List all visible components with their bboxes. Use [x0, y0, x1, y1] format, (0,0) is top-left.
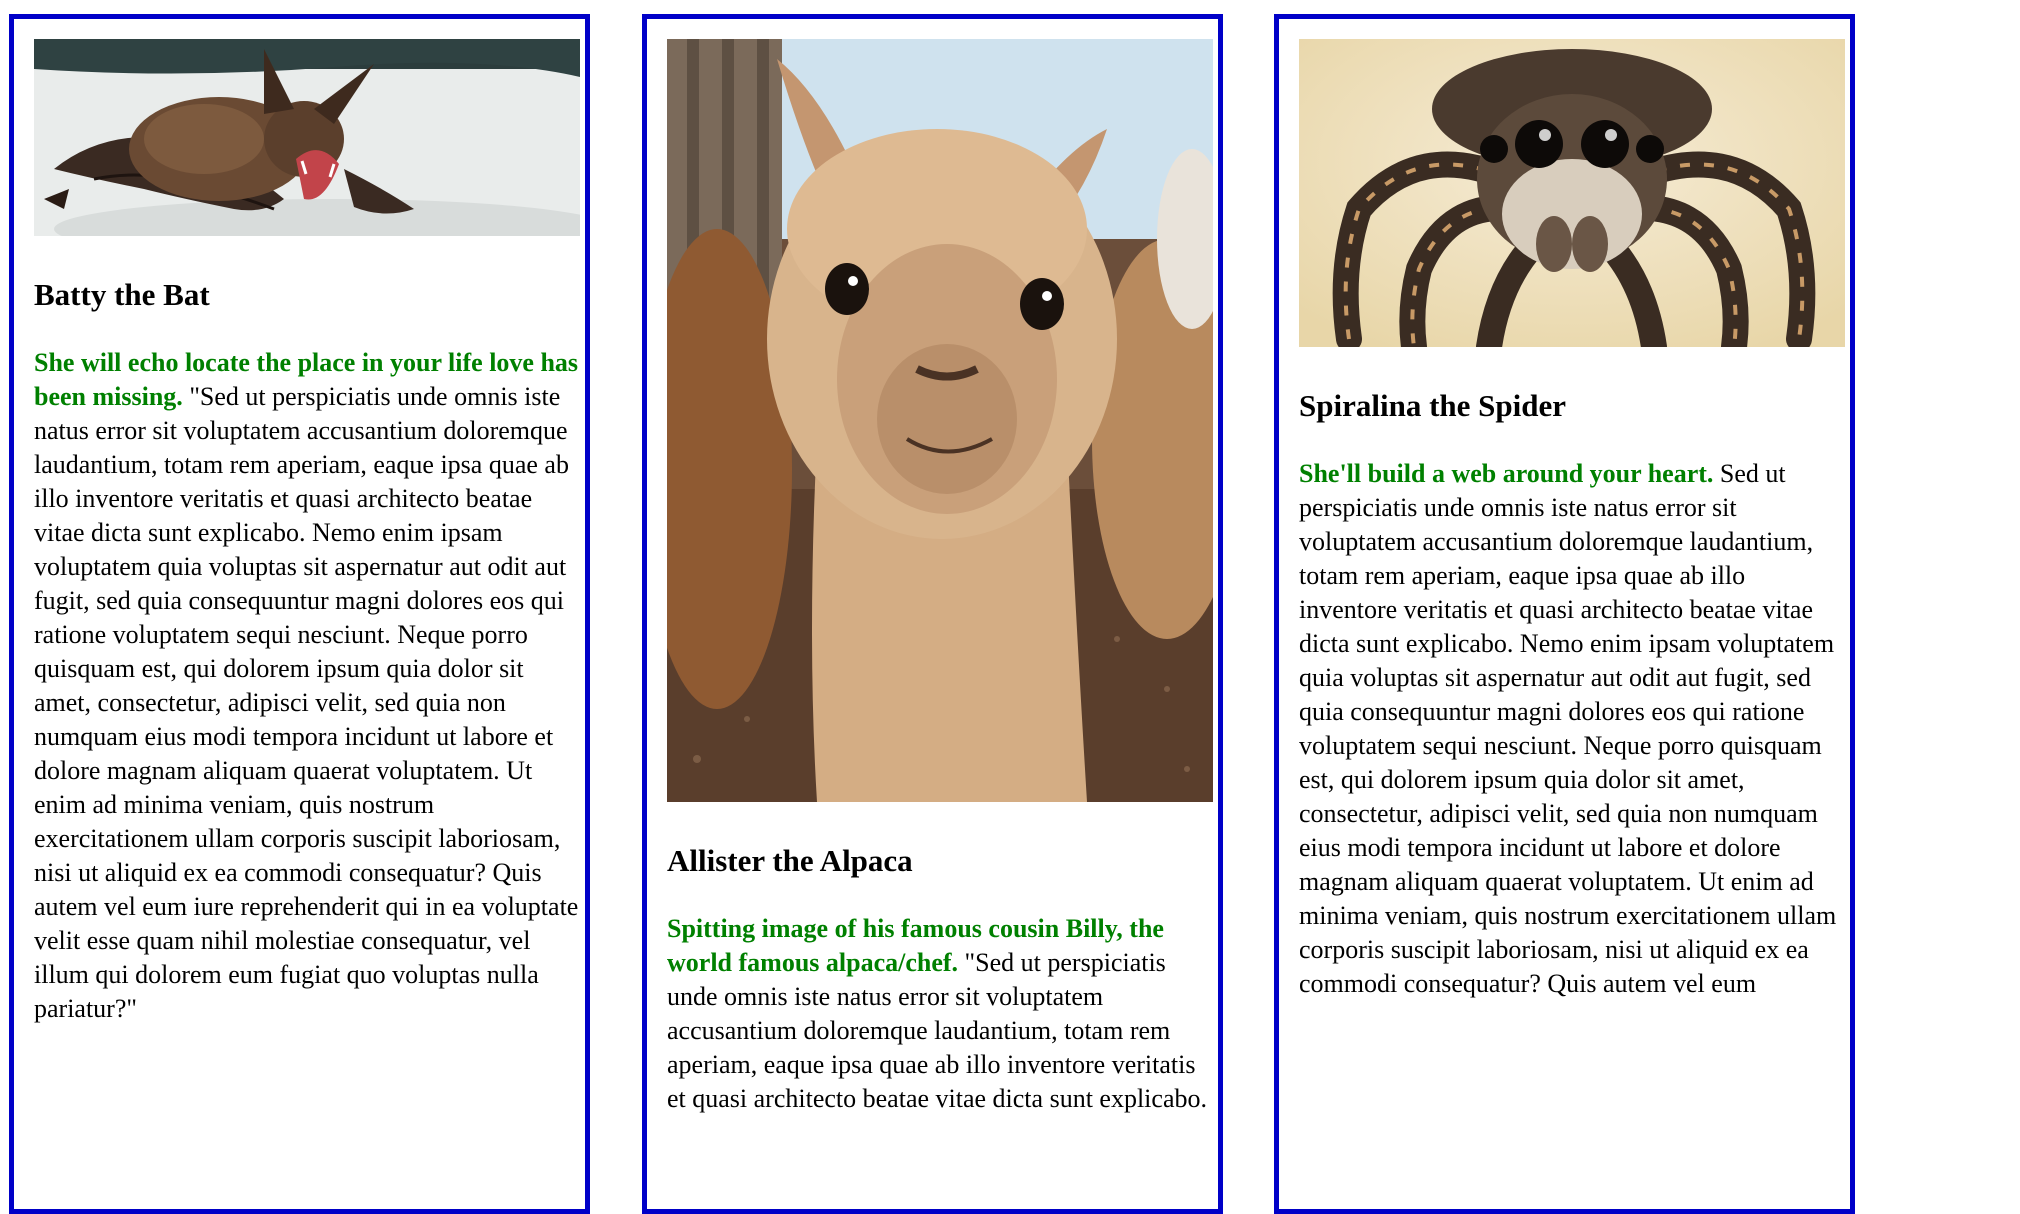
card-description: She will echo locate the place in your l… — [34, 346, 580, 1026]
card-description: She'll build a web around your heart. Se… — [1299, 457, 1845, 1001]
card-body: Sed ut perspiciatis unde omnis iste natu… — [1299, 459, 1837, 998]
card-body: "Sed ut perspiciatis unde omnis iste nat… — [34, 382, 579, 1023]
card-title: Allister the Alpaca — [667, 843, 913, 878]
bat-photo — [34, 39, 580, 236]
card-allister-the-alpaca: Allister the Alpaca Spitting image of hi… — [642, 14, 1223, 1214]
card-title: Batty the Bat — [34, 277, 210, 312]
card-spiralina-the-spider: Spiralina the Spider She'll build a web … — [1274, 14, 1855, 1214]
card-title: Spiralina the Spider — [1299, 388, 1566, 423]
spider-photo — [1299, 39, 1845, 347]
alpaca-photo — [667, 39, 1213, 802]
card-batty-the-bat: Batty the Bat She will echo locate the p… — [9, 14, 590, 1214]
card-tagline: She'll build a web around your heart. — [1299, 459, 1714, 488]
card-description: Spitting image of his famous cousin Bill… — [667, 912, 1213, 1116]
